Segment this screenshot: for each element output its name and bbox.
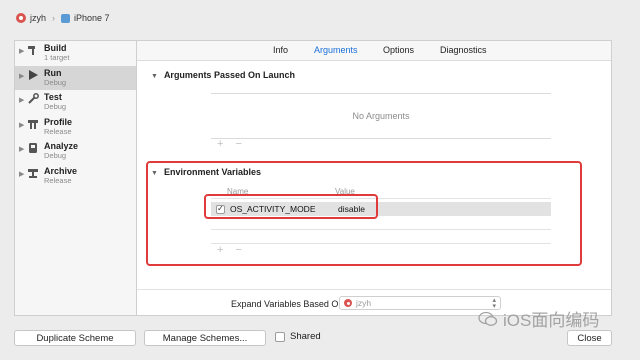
divider: [211, 243, 551, 244]
sidebar-item-sublabel: 1 target: [44, 53, 70, 62]
tab-options[interactable]: Options: [383, 45, 414, 55]
arguments-list: No Arguments: [211, 93, 551, 139]
instruments-icon: [26, 117, 40, 131]
watermark: iOS面向编码: [478, 306, 599, 331]
breadcrumb-project[interactable]: jzyh: [30, 13, 46, 23]
chevron-right-icon: ›: [52, 13, 56, 23]
sidebar-item-profile[interactable]: ▶ Profile Release: [15, 115, 136, 140]
analyze-icon: [26, 141, 40, 155]
disclosure-triangle-icon[interactable]: ▶: [15, 141, 26, 153]
tab-info[interactable]: Info: [273, 45, 288, 55]
env-column-value: Value: [335, 187, 355, 196]
tab-bar: Info Arguments Options Diagnostics: [137, 41, 611, 61]
sidebar-item-test[interactable]: ▶ Test Debug: [15, 90, 136, 115]
env-variable-name[interactable]: OS_ACTIVITY_MODE: [230, 204, 338, 214]
expand-variables-value: jzyh: [356, 298, 372, 308]
no-arguments-text: No Arguments: [352, 111, 410, 121]
scheme-actions-sidebar: ▶ Build 1 target ▶ Run Debug ▶ Test Debu…: [14, 40, 136, 316]
env-variable-row[interactable]: ✓ OS_ACTIVITY_MODE disable: [211, 202, 551, 216]
disclosure-triangle-icon[interactable]: ▶: [15, 43, 26, 55]
sidebar-item-sublabel: Debug: [44, 77, 67, 87]
archive-icon: [26, 166, 40, 180]
disclosure-triangle-icon[interactable]: ▶: [15, 68, 26, 80]
wechat-icon: [478, 311, 498, 326]
env-enabled-checkbox[interactable]: ✓: [216, 204, 225, 214]
disclosure-triangle-icon[interactable]: ▶: [15, 166, 26, 178]
tab-diagnostics[interactable]: Diagnostics: [440, 45, 487, 55]
hammer-icon: [26, 43, 40, 57]
sidebar-item-run[interactable]: ▶ Run Debug: [15, 65, 136, 90]
arguments-section-title[interactable]: ▼ Arguments Passed On Launch: [151, 70, 295, 80]
disclosure-down-icon[interactable]: ▼: [151, 170, 158, 177]
sidebar-item-label: Archive: [44, 165, 78, 176]
sidebar-item-sublabel: Release: [44, 126, 72, 136]
remove-argument-button[interactable]: −: [235, 138, 241, 150]
project-icon: [16, 13, 26, 23]
expand-variables-select[interactable]: jzyh ▴ ▾: [339, 296, 501, 310]
breadcrumb-device[interactable]: iPhone 7: [74, 13, 110, 23]
sidebar-item-build[interactable]: ▶ Build 1 target: [15, 41, 136, 66]
sidebar-item-label: Profile: [44, 116, 73, 127]
tab-arguments[interactable]: Arguments: [314, 45, 358, 55]
duplicate-scheme-button[interactable]: Duplicate Scheme: [14, 330, 136, 346]
shared-label: Shared: [290, 331, 321, 342]
divider: [211, 198, 551, 199]
sidebar-item-analyze[interactable]: ▶ Analyze Debug: [15, 139, 136, 164]
sidebar-item-label: Build: [44, 43, 67, 53]
scheme-editor-panel: Info Arguments Options Diagnostics ▼ Argu…: [136, 40, 612, 316]
sidebar-item-label: Run: [44, 67, 62, 78]
environment-section-title[interactable]: ▼ Environment Variables: [151, 167, 261, 177]
wrench-icon: [26, 92, 40, 106]
sidebar-item-sublabel: Debug: [44, 102, 67, 111]
expand-variables-label: Expand Variables Based On: [231, 298, 344, 309]
scheme-breadcrumb[interactable]: jzyh › iPhone 7: [0, 0, 640, 36]
disclosure-triangle-icon[interactable]: ▶: [15, 92, 26, 104]
close-button[interactable]: Close: [567, 330, 612, 346]
project-icon: [344, 299, 352, 307]
shared-checkbox[interactable]: [275, 331, 285, 342]
add-argument-button[interactable]: +: [217, 138, 223, 150]
device-icon: [61, 13, 71, 23]
env-column-name: Name: [227, 187, 249, 196]
watermark-text: iOS面向编码: [503, 311, 600, 330]
add-env-variable-button[interactable]: +: [217, 244, 223, 256]
sidebar-item-label: Analyze: [44, 141, 79, 151]
divider: [211, 229, 551, 230]
disclosure-triangle-icon[interactable]: ▶: [15, 117, 26, 129]
sidebar-item-label: Test: [44, 92, 62, 102]
shared-toggle[interactable]: Shared: [275, 331, 321, 342]
disclosure-down-icon[interactable]: ▼: [151, 73, 158, 80]
env-add-remove: + −: [217, 244, 242, 256]
remove-env-variable-button[interactable]: −: [235, 244, 241, 256]
play-icon: [26, 68, 40, 82]
manage-schemes-button[interactable]: Manage Schemes...: [144, 330, 266, 346]
sidebar-item-archive[interactable]: ▶ Archive Release: [15, 164, 136, 189]
sidebar-item-sublabel: Release: [44, 175, 72, 185]
env-variable-value[interactable]: disable: [338, 204, 365, 214]
arguments-add-remove: + −: [217, 138, 242, 150]
sidebar-item-sublabel: Debug: [44, 151, 67, 160]
